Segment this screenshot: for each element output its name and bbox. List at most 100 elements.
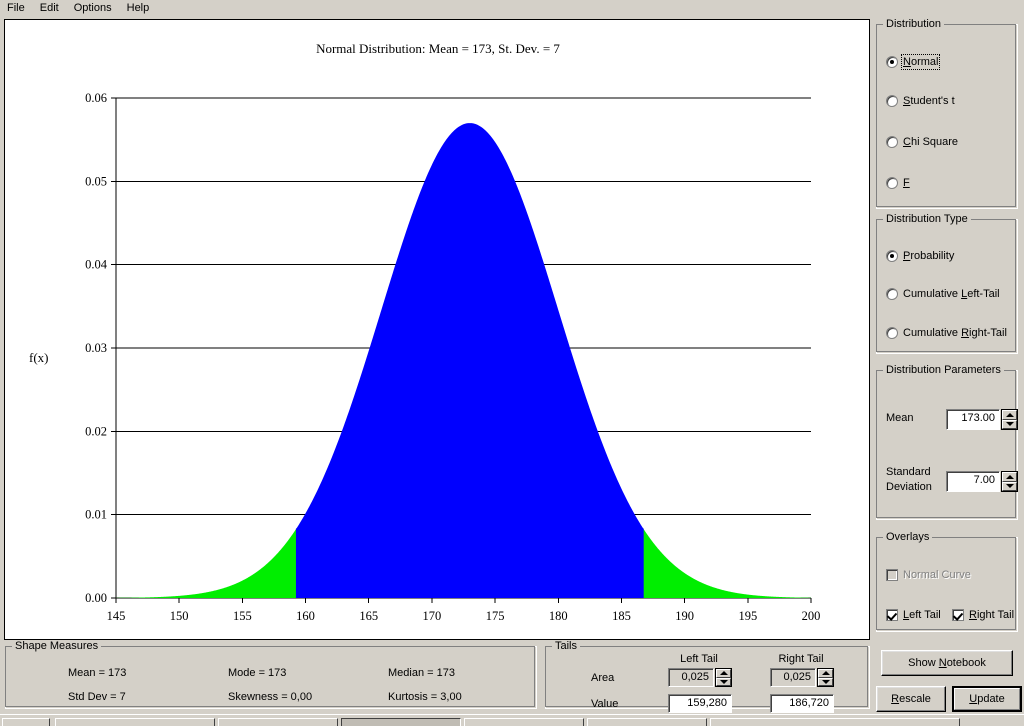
mean-input[interactable]: 173.00 <box>946 409 1000 430</box>
tail-area-label: Area <box>591 672 615 684</box>
svg-text:0.06: 0.06 <box>85 91 107 105</box>
update-button-label: Update <box>969 693 1005 705</box>
right-tail-area-stepper-down[interactable] <box>818 677 833 686</box>
svg-text:170: 170 <box>423 609 442 623</box>
svg-text:0.00: 0.00 <box>85 591 107 605</box>
right-tail-area-input[interactable]: 0,025 <box>770 668 816 687</box>
tails-group-label: Tails <box>552 640 581 652</box>
distribution-parameters-group-label: Distribution Parameters <box>883 364 1004 376</box>
menu-bar: File Edit Options Help <box>0 0 1024 17</box>
radio-f-indicator <box>886 177 898 189</box>
radio-probability-label: Probability <box>903 250 955 262</box>
taskbar-item-6[interactable] <box>710 718 960 726</box>
left-tail-area-stepper-up[interactable] <box>716 669 731 678</box>
svg-text:165: 165 <box>359 609 378 623</box>
svg-text:180: 180 <box>549 609 568 623</box>
left-tail-area-stepper-down[interactable] <box>716 677 731 686</box>
checkbox-right-tail[interactable]: Right Tail <box>952 609 1014 621</box>
radio-cumulative-right-tail-indicator <box>886 327 898 339</box>
right-tail-area-stepper-up[interactable] <box>818 669 833 678</box>
radio-chi-square-indicator <box>886 136 898 148</box>
shape-measures-group: Shape Measures Mean = 173 Mode = 173 Med… <box>5 640 537 709</box>
left-tail-area-input[interactable]: 0,025 <box>668 668 714 687</box>
radio-probability-indicator <box>886 250 898 262</box>
radio-probability[interactable]: Probability <box>886 250 954 262</box>
update-button-inner: Update <box>954 688 1020 710</box>
std-dev-stepper-down[interactable] <box>1002 481 1017 491</box>
std-dev-input[interactable]: 7.00 <box>946 471 1000 492</box>
mean-stepper[interactable] <box>1001 409 1018 430</box>
std-dev-label-line1: Standard <box>886 466 931 478</box>
checkbox-left-tail[interactable]: Left Tail <box>886 609 941 621</box>
measure-median: Median = 173 <box>388 667 455 679</box>
measure-std-dev: Std Dev = 7 <box>68 691 126 703</box>
distribution-type-group: Distribution Type Probability Cumulative… <box>876 213 1018 354</box>
distribution-group: Distribution Normal Student's t Chi Squa… <box>876 18 1018 209</box>
distribution-type-group-label: Distribution Type <box>883 213 971 225</box>
menu-item-file[interactable]: File <box>0 1 32 17</box>
svg-text:200: 200 <box>802 609 821 623</box>
svg-text:190: 190 <box>675 609 694 623</box>
checkbox-right-tail-label: Right Tail <box>969 609 1015 621</box>
radio-normal-indicator <box>886 56 898 68</box>
mean-stepper-down[interactable] <box>1002 419 1017 429</box>
radio-cumulative-left-tail-label: Cumulative Left-Tail <box>903 288 1000 300</box>
menu-item-edit[interactable]: Edit <box>33 1 66 17</box>
svg-text:145: 145 <box>107 609 126 623</box>
distribution-parameters-group: Distribution Parameters Mean 173.00 Stan… <box>876 364 1018 520</box>
svg-text:0.04: 0.04 <box>85 258 108 272</box>
left-tail-header: Left Tail <box>680 653 718 665</box>
menu-item-help[interactable]: Help <box>120 1 157 17</box>
overlays-group: Overlays Normal Curve Left Tail Right Ta… <box>876 531 1018 632</box>
left-tail-value-input[interactable]: 159,280 <box>668 694 732 713</box>
menu-item-options[interactable]: Options <box>67 1 119 17</box>
left-tail-checkbox-indicator <box>886 609 898 621</box>
checkbox-normal-curve-label: Normal Curve <box>903 569 971 581</box>
measure-skewness: Skewness = 0,00 <box>228 691 313 703</box>
checkbox-left-tail-label: Left Tail <box>903 609 941 621</box>
radio-cumulative-left-tail[interactable]: Cumulative Left-Tail <box>886 288 1000 300</box>
radio-cumulative-right-tail[interactable]: Cumulative Right-Tail <box>886 327 1007 339</box>
right-tail-area-stepper[interactable] <box>817 668 834 687</box>
measure-mode: Mode = 173 <box>228 667 287 679</box>
show-notebook-button-label: Show Notebook <box>908 657 986 669</box>
radio-f[interactable]: F <box>886 177 910 189</box>
rescale-button[interactable]: Rescale <box>876 686 946 712</box>
radio-students-t[interactable]: Student's t <box>886 95 955 107</box>
std-dev-label-line2: Deviation <box>886 481 932 493</box>
right-tail-checkbox-indicator <box>952 609 964 621</box>
show-notebook-button[interactable]: Show Notebook <box>881 650 1013 676</box>
svg-text:155: 155 <box>233 609 252 623</box>
left-tail-area-stepper[interactable] <box>715 668 732 687</box>
radio-chi-square[interactable]: Chi Square <box>886 136 958 148</box>
taskbar-start-button[interactable] <box>2 718 50 726</box>
taskbar-item-1[interactable] <box>55 718 215 726</box>
svg-text:160: 160 <box>296 609 315 623</box>
svg-text:185: 185 <box>612 609 631 623</box>
svg-text:175: 175 <box>486 609 505 623</box>
shape-measures-group-label: Shape Measures <box>12 640 102 652</box>
std-dev-stepper-up[interactable] <box>1002 472 1017 482</box>
right-tail-value-input[interactable]: 186,720 <box>770 694 834 713</box>
chart-panel[interactable]: Normal Distribution: Mean = 173, St. Dev… <box>4 19 870 640</box>
taskbar-item-3[interactable] <box>341 718 461 726</box>
taskbar-item-5[interactable] <box>587 718 707 726</box>
mean-label: Mean <box>886 412 914 424</box>
distribution-plot: 0.00 0.01 0.02 0.03 0.04 0.05 0.06 145 150 155 160… <box>85 91 821 623</box>
radio-cumulative-right-tail-label: Cumulative Right-Tail <box>903 327 1007 339</box>
svg-text:195: 195 <box>738 609 757 623</box>
svg-text:150: 150 <box>170 609 189 623</box>
update-button[interactable]: Update <box>952 686 1022 712</box>
distribution-group-label: Distribution <box>883 18 945 30</box>
svg-text:0.03: 0.03 <box>85 341 107 355</box>
radio-normal-label: Normal <box>900 54 941 70</box>
normal-curve-checkbox-indicator <box>886 569 898 581</box>
std-dev-stepper[interactable] <box>1001 471 1018 492</box>
radio-normal[interactable]: Normal <box>886 54 941 70</box>
taskbar-item-4[interactable] <box>464 718 584 726</box>
taskbar-item-2[interactable] <box>218 718 338 726</box>
svg-text:0.02: 0.02 <box>85 424 107 438</box>
mean-stepper-up[interactable] <box>1002 410 1017 420</box>
radio-f-label: F <box>903 177 910 189</box>
radio-students-t-indicator <box>886 95 898 107</box>
